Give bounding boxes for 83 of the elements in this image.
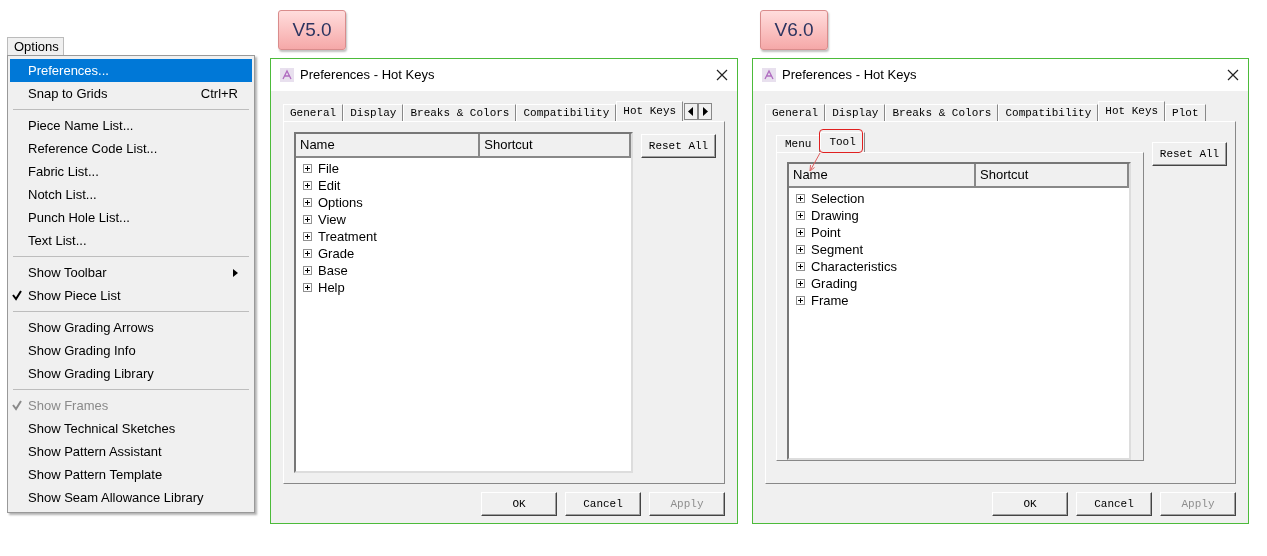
expand-icon[interactable]	[796, 296, 805, 305]
window-title: Preferences - Hot Keys	[782, 66, 918, 85]
menu-item[interactable]: Show Pattern Assistant	[10, 440, 252, 463]
tab[interactable]: General	[283, 104, 344, 121]
expand-icon[interactable]	[303, 164, 312, 173]
expand-icon[interactable]	[796, 262, 805, 271]
expand-icon[interactable]	[303, 215, 312, 224]
expand-icon[interactable]	[796, 279, 805, 288]
tree-item[interactable]: Characteristics	[811, 258, 897, 275]
expand-icon[interactable]	[303, 232, 312, 241]
expand-icon[interactable]	[796, 211, 805, 220]
tab[interactable]: Compatibility	[998, 104, 1099, 121]
tab[interactable]: Hot Keys	[616, 101, 684, 121]
tree-item[interactable]: Selection	[811, 190, 865, 207]
column-header[interactable]: Shortcut	[976, 164, 1129, 188]
dialog-button[interactable]: Cancel	[1076, 492, 1152, 516]
tree-item[interactable]: Help	[318, 279, 345, 296]
app-icon	[762, 68, 776, 82]
dialog-button[interactable]: Cancel	[565, 492, 641, 516]
expand-icon[interactable]	[796, 228, 805, 237]
menu-item[interactable]: Piece Name List...	[10, 114, 252, 137]
menu-item[interactable]: Show Pattern Template	[10, 463, 252, 486]
menu-item[interactable]: Text List...	[10, 229, 252, 252]
submenu-arrow-icon	[233, 268, 238, 277]
tab[interactable]: Breaks & Colors	[885, 104, 999, 121]
tree-item[interactable]: Segment	[811, 241, 864, 258]
tree-item[interactable]: Treatment	[318, 228, 377, 245]
tree-item[interactable]: Frame	[811, 292, 849, 309]
close-icon[interactable]	[716, 69, 728, 81]
menu-title[interactable]: Options	[7, 37, 64, 55]
reset-all-button[interactable]: Reset All	[1152, 142, 1227, 167]
column-header[interactable]: Name	[789, 164, 976, 188]
tree-item[interactable]: Options	[318, 194, 363, 211]
column-header[interactable]: Name	[296, 134, 481, 158]
menu-item[interactable]: Preferences...	[10, 59, 252, 82]
version-banner: V5.0	[278, 10, 346, 50]
expand-icon[interactable]	[303, 198, 312, 207]
menu-item[interactable]: Snap to Grids Ctrl+R	[10, 82, 252, 105]
expand-icon[interactable]	[303, 266, 312, 275]
tree-item[interactable]: Base	[318, 262, 348, 279]
tab[interactable]: Hot Keys	[1098, 101, 1166, 121]
app-icon	[280, 68, 294, 82]
tab[interactable]: Display	[825, 104, 886, 121]
subtab[interactable]: Menu	[776, 135, 821, 152]
menu-item[interactable]: Show Piece List	[10, 284, 252, 307]
subtab[interactable]: Tool	[820, 132, 865, 152]
expand-icon[interactable]	[303, 249, 312, 258]
expand-icon[interactable]	[303, 181, 312, 190]
column-header[interactable]: Shortcut	[480, 134, 631, 158]
expand-icon[interactable]	[796, 194, 805, 203]
menu-item[interactable]: Show Grading Library	[10, 362, 252, 385]
tree-item[interactable]: Grading	[811, 275, 858, 292]
menu-item[interactable]: Show Grading Info	[10, 339, 252, 362]
menu-item[interactable]: Notch List...	[10, 183, 252, 206]
menu-item[interactable]: Fabric List...	[10, 160, 252, 183]
menu-item[interactable]: Show Technical Sketches	[10, 417, 252, 440]
tab[interactable]: Display	[343, 104, 404, 121]
tree-item[interactable]: File	[318, 160, 339, 177]
window-title: Preferences - Hot Keys	[300, 66, 436, 85]
reset-all-button[interactable]: Reset All	[641, 134, 716, 159]
scroll-left-icon[interactable]	[684, 103, 699, 120]
menu-item[interactable]: Reference Code List...	[10, 137, 252, 160]
tree-item[interactable]: View	[318, 211, 346, 228]
tab[interactable]: Plot	[1165, 104, 1206, 121]
expand-icon[interactable]	[303, 283, 312, 292]
dialog-button[interactable]: OK	[992, 492, 1068, 516]
version-banner: V6.0	[760, 10, 828, 50]
tab[interactable]: General	[765, 104, 826, 121]
scroll-right-icon[interactable]	[698, 103, 713, 120]
expand-icon[interactable]	[796, 245, 805, 254]
tree-item[interactable]: Grade	[318, 245, 355, 262]
tree-item[interactable]: Edit	[318, 177, 341, 194]
tab[interactable]: Compatibility	[516, 104, 617, 121]
menu-item[interactable]: Show Seam Allowance Library	[10, 486, 252, 509]
dialog-button[interactable]: OK	[481, 492, 557, 516]
menu-item[interactable]: Show Grading Arrows	[10, 316, 252, 339]
shortcut-label: Ctrl+R	[200, 84, 238, 103]
tree-item[interactable]: Drawing	[811, 207, 859, 224]
tree-item[interactable]: Point	[811, 224, 841, 241]
menu-item[interactable]: Punch Hole List...	[10, 206, 252, 229]
close-icon[interactable]	[1227, 69, 1239, 81]
menu-item[interactable]: Show Toolbar	[10, 261, 252, 284]
tab[interactable]: Breaks & Colors	[403, 104, 517, 121]
